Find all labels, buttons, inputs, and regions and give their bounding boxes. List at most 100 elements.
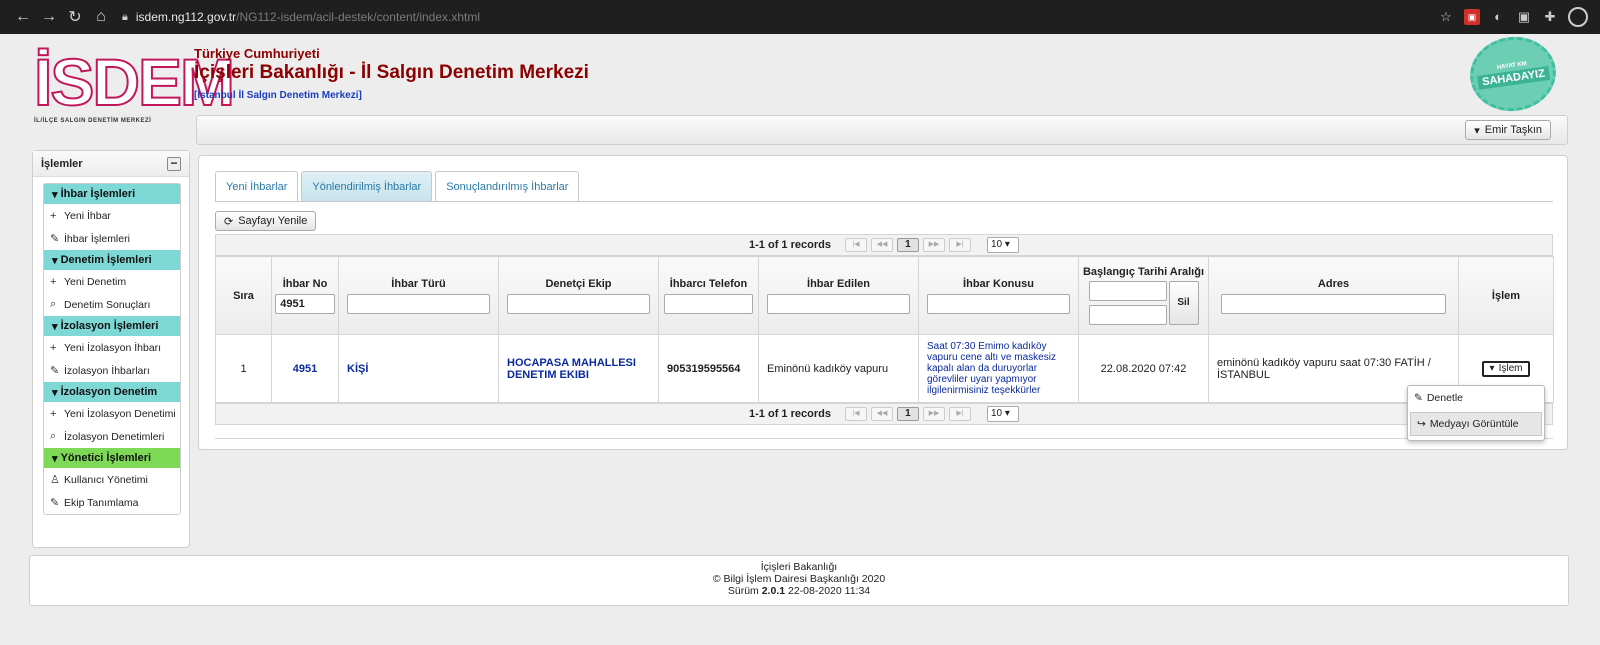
prev-page-icon[interactable]: ◀◀	[870, 238, 893, 252]
profile-icon[interactable]	[1568, 7, 1588, 27]
col-label: Denetçi Ekip	[545, 277, 612, 290]
isdem-logo: İSDEM İL/İLÇE SALGIN DENETİM MERKEZİ	[33, 45, 236, 148]
caret-down-icon: ▾	[52, 254, 61, 267]
col-ihbar-konusu[interactable]: İhbar Konusu	[918, 256, 1079, 335]
address-bar[interactable]: 🔒︎ isdem.ng112.gov.tr /NG112-isdem/acil-…	[122, 5, 1422, 29]
back-icon[interactable]: ←	[10, 8, 36, 26]
sidebar-item-izolasyon-denetimleri[interactable]: ⌕ İzolasyon Denetimleri	[44, 425, 180, 448]
sidebar-group-denetim[interactable]: ▾ Denetim İşlemleri	[44, 250, 180, 270]
filter-ihbarci-telefon[interactable]	[663, 293, 754, 314]
current-page[interactable]: 1	[896, 407, 919, 421]
collapse-icon[interactable]: −	[167, 156, 181, 171]
reload-icon[interactable]: ↻	[62, 7, 88, 27]
islem-label: İşlem	[1498, 363, 1523, 374]
filter-ihbar-turu[interactable]	[346, 293, 491, 314]
first-page-icon[interactable]: |◀	[844, 407, 867, 421]
col-ihbar-edilen[interactable]: İhbar Edilen	[758, 256, 919, 335]
rows-per-page-select[interactable]: 10 ▾	[986, 406, 1019, 422]
sidebar-group-izolasyon-denetim[interactable]: ▾ İzolasyon Denetim	[44, 382, 180, 402]
pencil-icon: ✎	[50, 233, 60, 245]
pencil-icon: ✎	[1414, 392, 1423, 404]
sidebar-item-denetim-sonuclari[interactable]: ⌕ Denetim Sonuçları	[44, 293, 180, 316]
tab-yeni-ihbarlar[interactable]: Yeni İhbarlar	[215, 171, 299, 201]
last-page-icon[interactable]: ▶|	[948, 238, 971, 252]
clear-date-button[interactable]: Sil	[1168, 281, 1199, 325]
menu-item-medyayi-goruntule[interactable]: ↪ Medyayı Görüntüle	[1410, 412, 1542, 436]
page-title: İçişleri Bakanlığı - İl Salgın Denetim M…	[194, 62, 589, 83]
filter-ihbar-edilen[interactable]	[766, 293, 911, 314]
col-denetci-ekip[interactable]: Denetçi Ekip	[498, 256, 659, 335]
puzzle-icon[interactable]: ✚	[1542, 9, 1558, 25]
col-ihbar-turu[interactable]: İhbar Türü	[338, 256, 499, 335]
group-label: İzolasyon İşlemleri	[60, 320, 159, 332]
sidebar-item-yeni-denetim[interactable]: + Yeni Denetim	[44, 270, 180, 293]
first-page-icon[interactable]: |◀	[844, 238, 867, 252]
col-label: İhbar Türü	[391, 277, 446, 290]
sidebar-item-ihbar-islemleri[interactable]: ✎ İhbar İşlemleri	[44, 227, 180, 250]
tab-yonlendirilmis-ihbarlar[interactable]: Yönlendirilmiş İhbarlar	[301, 171, 433, 201]
next-page-icon[interactable]: ▶▶	[922, 407, 945, 421]
next-page-icon[interactable]: ▶▶	[922, 238, 945, 252]
filter-ihbar-konusu[interactable]	[926, 293, 1071, 314]
ihbar-table: 1-1 of 1 records |◀ ◀◀ 1 ▶▶ ▶| 10 ▾ Sıra…	[215, 234, 1554, 425]
item-label: Kullanıcı Yönetimi	[64, 473, 148, 486]
footer: İçişleri Bakanlığı © Bilgi İşlem Dairesi…	[29, 555, 1569, 606]
cell-ihbar-no: 4951	[271, 334, 339, 403]
filter-adres[interactable]	[1221, 293, 1446, 314]
sidebar-group-izolasyon[interactable]: ▾ İzolasyon İşlemleri	[44, 316, 180, 336]
col-label: Adres	[1317, 277, 1350, 290]
pdf-extension-icon[interactable]: ▣	[1464, 9, 1480, 25]
islem-menu-button[interactable]: ▾ İşlem	[1481, 360, 1531, 377]
col-sira[interactable]: Sıra	[215, 256, 272, 335]
sidebar-item-izolasyon-ihbarlari[interactable]: ✎ İzolasyon İhbarları	[44, 359, 180, 382]
last-page-icon[interactable]: ▶|	[948, 407, 971, 421]
date-to-input[interactable]	[1088, 305, 1167, 325]
sidebar-item-yeni-izolasyon-denetimi[interactable]: + Yeni İzolasyon Denetimi	[44, 402, 180, 425]
col-label: İhbarcı Telefon	[669, 277, 748, 290]
tab-sonuclandirilmis-ihbarlar[interactable]: Sonuçlandırılmış İhbarlar	[435, 171, 580, 201]
user-menu-button[interactable]: ▾ Emir Taşkın	[1465, 120, 1551, 140]
sidebar: İşlemler − ▾ İhbar İşlemleri + Yeni İhbar…	[32, 150, 190, 548]
group-label: Yönetici İşlemleri	[60, 452, 152, 464]
prev-page-icon[interactable]: ◀◀	[870, 407, 893, 421]
rows-per-page-select[interactable]: 10 ▾	[986, 237, 1019, 253]
table-header-row: Sıra İhbar No 4951 İhbar Türü Denetçi Eki…	[215, 256, 1554, 335]
sidebar-item-yeni-ihbar[interactable]: + Yeni İhbar	[44, 204, 180, 227]
forward-icon[interactable]: →	[36, 8, 62, 26]
sahadayiz-badge: HAYAT KM SAHADAYIZ	[1465, 31, 1561, 117]
item-label: Yeni İhbar	[64, 209, 111, 222]
star-icon[interactable]: ☆	[1438, 9, 1454, 25]
filter-denetci-ekip[interactable]	[506, 293, 651, 314]
menu-item-denetle[interactable]: ✎ Denetle	[1408, 386, 1544, 410]
refresh-button[interactable]: ⟳ Sayfayı Yenile	[215, 211, 317, 231]
current-page[interactable]: 1	[896, 238, 919, 252]
extension-icon[interactable]: ◐	[1490, 9, 1506, 25]
window-icon[interactable]: ▣	[1516, 9, 1532, 25]
badge-main-text: SAHADAYIZ	[1477, 66, 1550, 90]
col-label: İşlem	[1491, 289, 1521, 302]
sidebar-group-yonetici[interactable]: ▾ Yönetici İşlemleri	[44, 448, 180, 468]
plus-icon: +	[50, 275, 57, 288]
pencil-icon: ✎	[50, 365, 60, 377]
col-baslangic-tarihi[interactable]: Başlangıç Tarihi Aralığı Sil	[1078, 256, 1209, 335]
logo-subtitle: İL/İLÇE SALGIN DENETİM MERKEZİ	[34, 118, 152, 124]
sidebar-item-ekip-tanimlama[interactable]: ✎ Ekip Tanımlama	[44, 491, 180, 514]
table-row[interactable]: 1 4951 KİŞİ HOCAPASA MAHALLESI DENETIM E…	[215, 334, 1554, 403]
sidebar-menu: ▾ İhbar İşlemleri + Yeni İhbar ✎ İhbar İşl…	[43, 183, 181, 515]
sidebar-item-kullanici-yonetimi[interactable]: ♙ Kullanıcı Yönetimi	[44, 468, 180, 491]
sidebar-group-ihbar[interactable]: ▾ İhbar İşlemleri	[44, 184, 180, 204]
col-ihbarci-telefon[interactable]: İhbarcı Telefon	[658, 256, 759, 335]
col-label: İhbar No	[282, 277, 328, 290]
home-icon[interactable]: ⌂	[88, 8, 114, 26]
rows-per-page-value: 10	[990, 239, 1003, 250]
tab-divider	[215, 201, 1553, 202]
col-ihbar-no[interactable]: İhbar No 4951	[271, 256, 339, 335]
col-adres[interactable]: Adres	[1208, 256, 1459, 335]
date-from-input[interactable]	[1088, 281, 1167, 301]
records-count: 1-1 of 1 records	[749, 239, 831, 251]
filter-ihbar-no[interactable]: 4951	[275, 293, 335, 314]
caret-down-icon: ▾	[52, 320, 61, 333]
group-label: İzolasyon Denetim	[60, 386, 158, 398]
cell-ihbar-konusu: Saat 07:30 Emimo kadıköy vapuru cene alt…	[918, 334, 1079, 403]
sidebar-item-yeni-izolasyon-ihbari[interactable]: + Yeni İzolasyon İhbarı	[44, 336, 180, 359]
